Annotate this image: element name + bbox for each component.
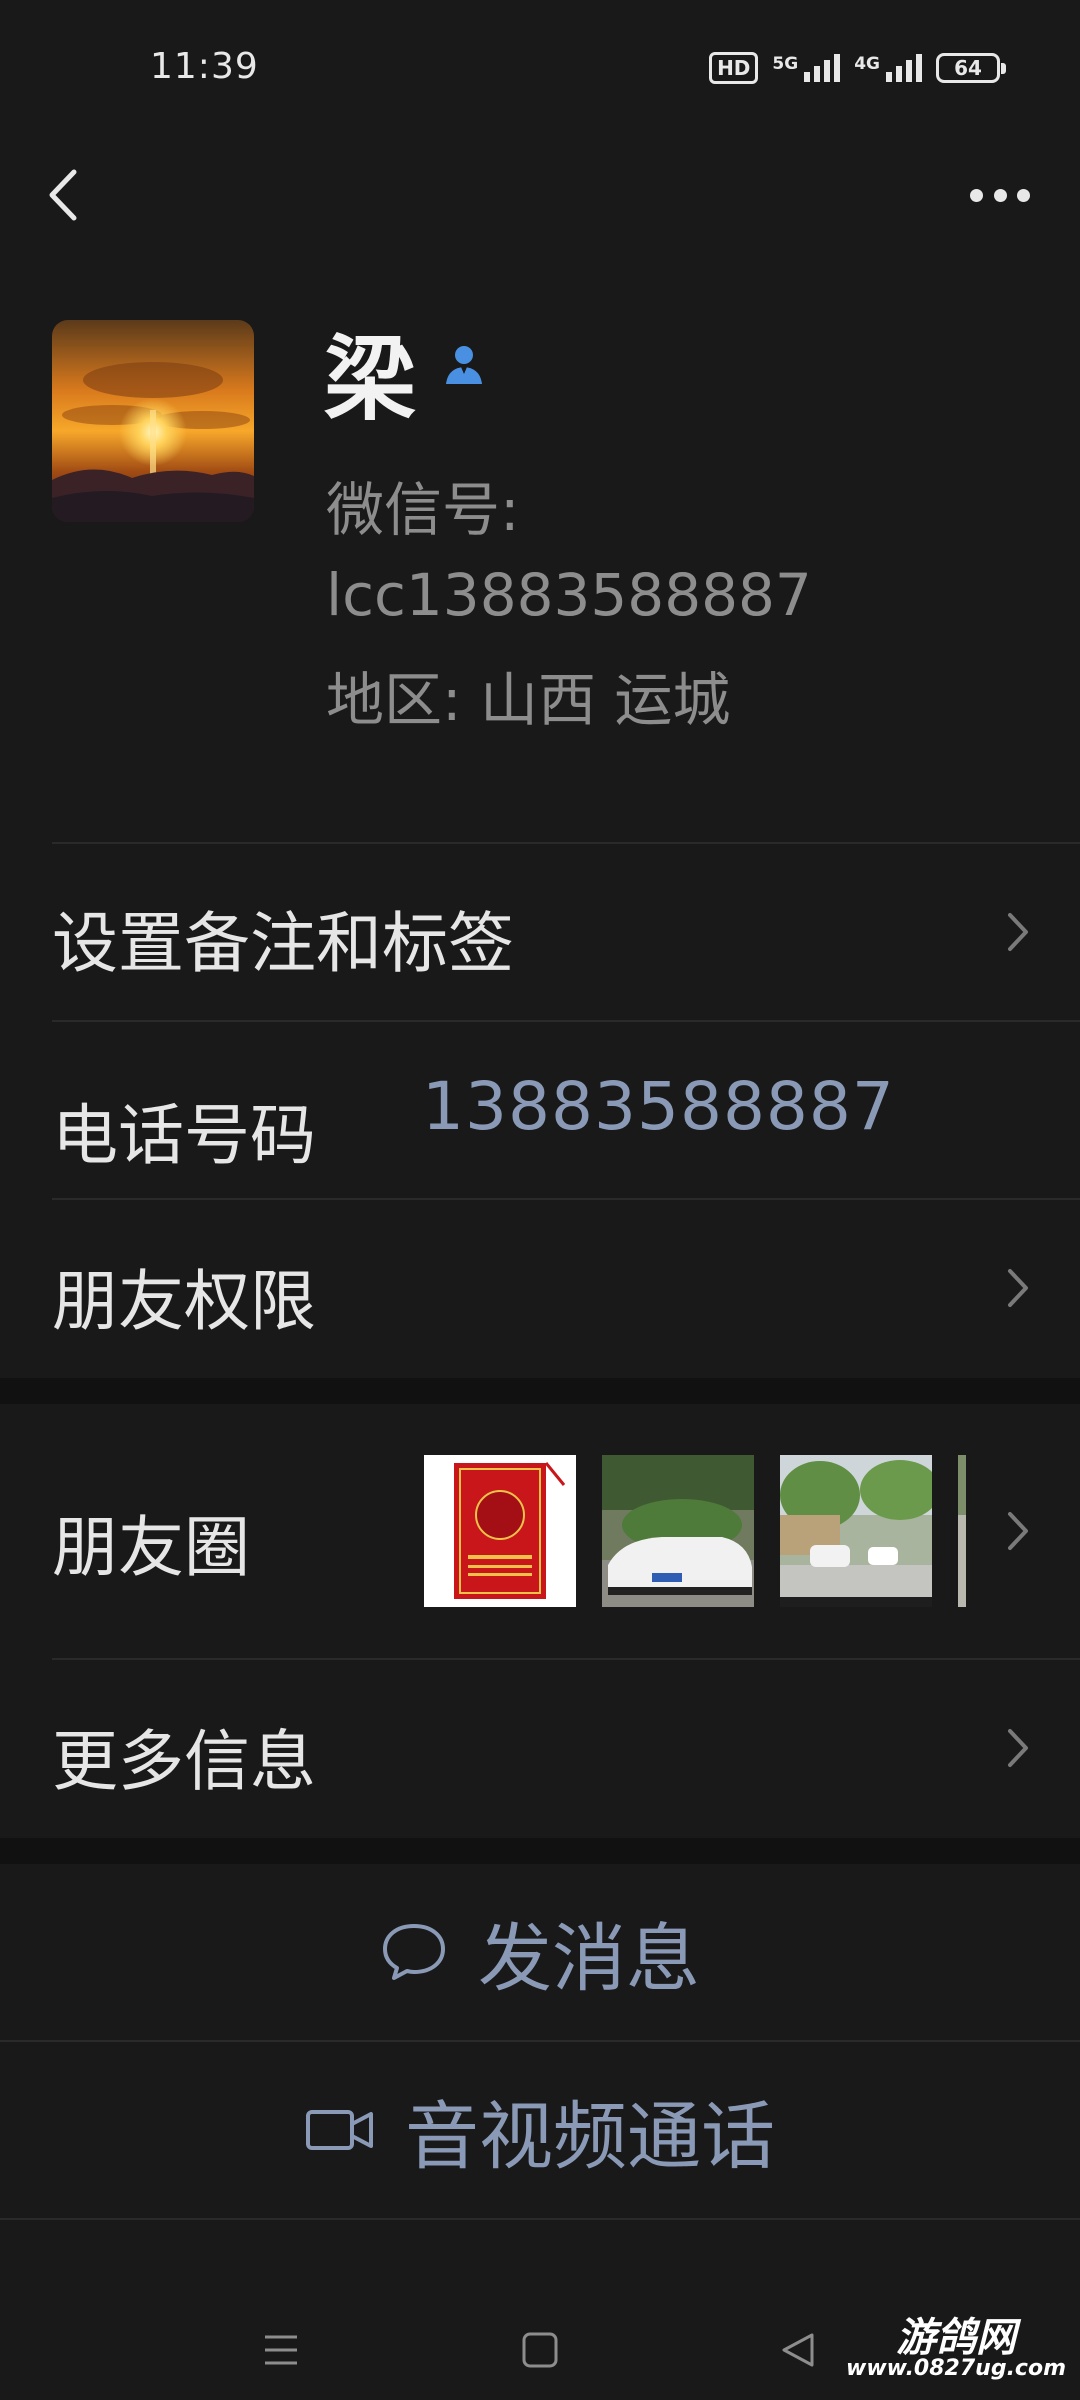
- friend-permissions-row[interactable]: 朋友权限: [0, 1200, 1080, 1376]
- chevron-right-icon: [1008, 1512, 1028, 1550]
- person-badge-icon: [440, 340, 488, 388]
- back-arrow-icon[interactable]: [40, 160, 90, 230]
- region-text: 地区: 山西 运城: [326, 666, 731, 734]
- site-watermark: 游鸽网 www.0827ug.com: [846, 2315, 1066, 2381]
- square-home-icon[interactable]: [520, 2330, 560, 2370]
- status-time: 11:39: [150, 46, 259, 87]
- menu-icon[interactable]: [262, 2332, 300, 2368]
- chat-bubble-icon: [383, 1924, 445, 1980]
- send-message-label: 发消息: [478, 1915, 700, 2002]
- avatar[interactable]: [52, 320, 254, 522]
- status-icons: HD 5G 4G 64: [709, 52, 1006, 84]
- chevron-right-icon: [1008, 1269, 1028, 1307]
- permissions-label: 朋友权限: [52, 1263, 316, 1340]
- remark-label: 设置备注和标签: [52, 905, 514, 982]
- send-message-button[interactable]: 发消息: [0, 1864, 1080, 2040]
- divider: [0, 2218, 1080, 2220]
- more-dots-icon[interactable]: [960, 170, 1040, 220]
- moment-thumbnail-poster: [424, 1455, 576, 1607]
- more-info-label: 更多信息: [52, 1723, 316, 1800]
- moments-thumbnails[interactable]: [424, 1455, 966, 1607]
- battery-icon: 64: [936, 53, 1006, 83]
- moments-label: 朋友圈: [52, 1509, 250, 1586]
- moment-thumbnail-car: [602, 1455, 754, 1607]
- video-camera-icon: [306, 2110, 373, 2150]
- chevron-right-icon: [1008, 913, 1028, 951]
- wechat-id-value[interactable]: lcc13883588887: [326, 555, 812, 635]
- section-gap: [0, 1378, 1080, 1404]
- moment-thumbnail-street: [780, 1455, 932, 1607]
- phone-row: 电话号码 13883588887: [0, 1022, 1080, 1198]
- more-info-row[interactable]: 更多信息: [0, 1660, 1080, 1836]
- wechat-id-label: 微信号:: [326, 476, 520, 544]
- triangle-back-icon[interactable]: [778, 2330, 818, 2370]
- section-gap: [0, 1838, 1080, 1864]
- hd-icon: HD: [709, 52, 759, 84]
- video-call-button[interactable]: 音视频通话: [0, 2042, 1080, 2218]
- phone-label: 电话号码: [52, 1097, 316, 1174]
- remark-and-tags-row[interactable]: 设置备注和标签: [0, 844, 1080, 1020]
- phone-number-link[interactable]: 13883588887: [422, 1068, 895, 1145]
- moment-thumbnail-partial: [958, 1455, 966, 1607]
- signal-5g-icon: 5G: [772, 54, 841, 82]
- video-call-label: 音视频通话: [405, 2093, 775, 2180]
- chevron-right-icon: [1008, 1729, 1028, 1767]
- signal-4g-icon: 4G: [854, 54, 922, 82]
- contact-name: 梁: [324, 326, 417, 433]
